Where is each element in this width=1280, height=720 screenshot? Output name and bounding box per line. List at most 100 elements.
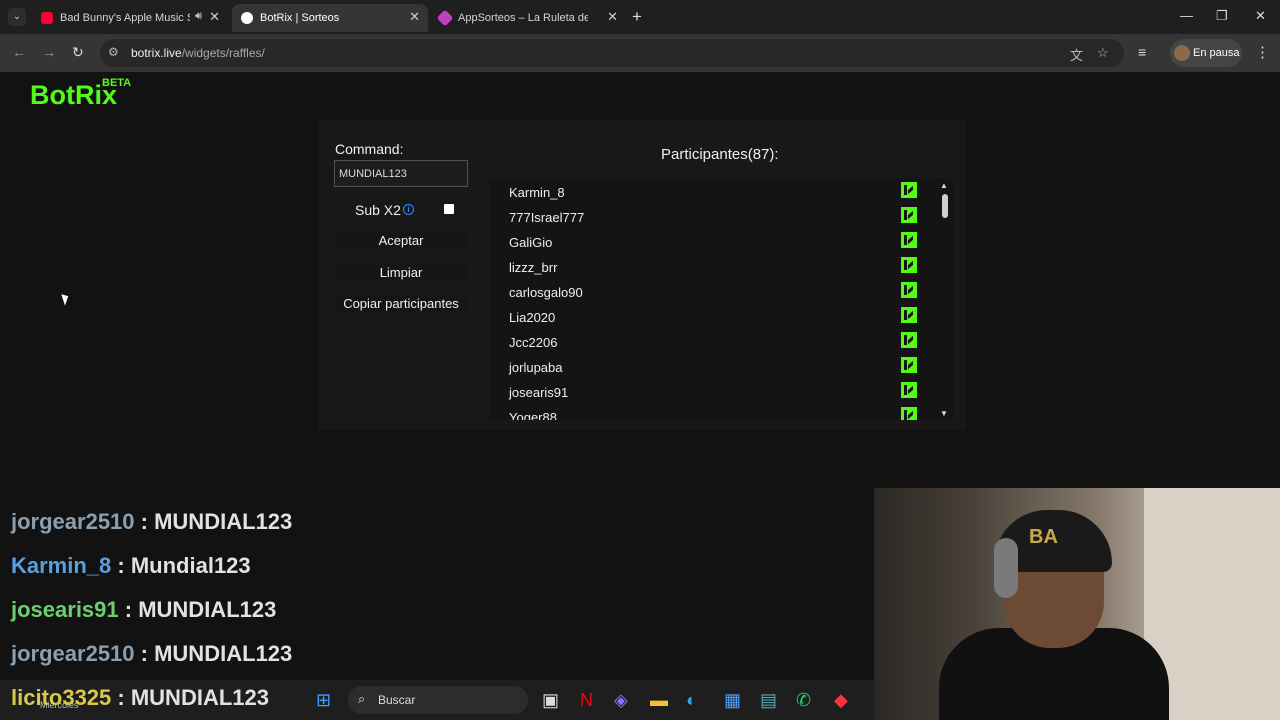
browser-toolbar: ← → ↻ ⚙ botrix.live/widgets/raffles/ ⽂ ☆…: [0, 34, 1280, 72]
netflix-icon[interactable]: N: [580, 690, 593, 711]
participant-name: Karmin_8: [509, 185, 565, 200]
command-label: Command:: [335, 141, 404, 157]
kick-icon: [901, 182, 917, 198]
new-tab-icon[interactable]: +: [632, 7, 642, 27]
back-icon[interactable]: ←: [12, 44, 26, 60]
info-icon[interactable]: i: [403, 204, 414, 215]
tab-search-icon[interactable]: ⌄: [8, 8, 26, 26]
restore-icon[interactable]: ❐: [1216, 8, 1228, 24]
kick-icon: [901, 357, 917, 373]
bookmark-star-icon[interactable]: ☆: [1097, 45, 1109, 61]
tab-appsorteos[interactable]: AppSorteos – La Ruleta de la Su ✕: [430, 4, 626, 32]
url-text: botrix.live/widgets/raffles/: [131, 46, 265, 60]
sub-x2-label: Sub X2: [355, 202, 401, 218]
url-host: botrix.live: [131, 46, 182, 60]
list-item: Karmin_8: [490, 179, 930, 204]
list-item: carlosgalo90: [490, 279, 930, 304]
participant-name: Yoger88: [509, 410, 557, 420]
list-item: Jcc2206: [490, 329, 930, 354]
profile-button[interactable]: En pausa: [1170, 39, 1242, 67]
chat-line: jorgear2510 : MUNDIAL123: [11, 641, 292, 667]
chat-separator: :: [134, 641, 155, 666]
window-close-icon[interactable]: ✕: [1255, 8, 1266, 24]
sub-x2-checkbox[interactable]: [444, 204, 454, 214]
chat-separator: :: [118, 597, 139, 622]
mouse-cursor-icon: [61, 292, 71, 306]
chat-message: MUNDIAL123: [130, 685, 269, 710]
windows-start-icon[interactable]: ⊞: [316, 690, 331, 711]
headphones: [994, 538, 1018, 598]
participants-title: Participantes(87):: [661, 146, 779, 163]
chat-line: licito3325 : MUNDIAL123: [11, 685, 269, 711]
botrix-favicon-icon: [241, 12, 253, 24]
chat-user: josearis91: [11, 597, 119, 622]
tab-youtube[interactable]: Bad Bunny's Apple Music Su 🔊︎ ✕: [32, 4, 228, 32]
kick-icon: [901, 257, 917, 273]
chat-message: MUNDIAL123: [154, 641, 293, 666]
close-icon[interactable]: ✕: [209, 9, 220, 25]
accept-button[interactable]: Aceptar: [335, 229, 467, 253]
list-item: Yoger88: [490, 404, 930, 420]
chat-user: jorgear2510: [11, 509, 135, 534]
reload-icon[interactable]: ↻: [72, 44, 84, 61]
chat-user: jorgear2510: [11, 641, 135, 666]
raffle-panel: Command: Sub X2 i Aceptar Limpiar Copiar…: [318, 120, 966, 430]
search-label: Buscar: [378, 693, 416, 707]
participant-name: carlosgalo90: [509, 285, 583, 300]
kick-icon: [901, 382, 917, 398]
tab-strip: ⌄ Bad Bunny's Apple Music Su 🔊︎ ✕ BotRix…: [0, 0, 1280, 34]
minimize-icon[interactable]: —: [1180, 8, 1193, 23]
address-bar[interactable]: ⚙ botrix.live/widgets/raffles/ ⽂ ☆: [100, 39, 1124, 67]
chat-separator: :: [111, 685, 131, 710]
file-explorer-icon[interactable]: ▬: [650, 690, 668, 711]
clear-button[interactable]: Limpiar: [335, 261, 467, 285]
kick-icon: [901, 407, 917, 420]
chat-separator: :: [111, 553, 131, 578]
tab-botrix[interactable]: BotRix | Sorteos ✕: [232, 4, 428, 32]
taskbar-search[interactable]: ⌕ Buscar: [348, 686, 528, 714]
list-item: josearis91: [490, 379, 930, 404]
list-item: Lia2020: [490, 304, 930, 329]
chat-separator: :: [134, 509, 155, 534]
url-path: /widgets/raffles/: [181, 46, 265, 60]
task-view-icon[interactable]: ▣: [542, 690, 559, 711]
chat-line: josearis91 : MUNDIAL123: [11, 597, 276, 623]
webcam-feed: BA: [874, 488, 1280, 720]
tab-title: BotRix | Sorteos: [260, 12, 340, 24]
appsorteos-icon: [436, 9, 454, 27]
chat-user: Karmin_8: [11, 553, 112, 578]
app-icon[interactable]: ▤: [760, 690, 777, 711]
cap-logo: BA: [1029, 526, 1058, 548]
scroll-up-icon[interactable]: ▲: [940, 181, 948, 190]
chat-line: jorgear2510 : MUNDIAL123: [11, 509, 292, 535]
translate-icon[interactable]: ⽂: [1070, 45, 1083, 64]
search-icon: ⌕: [358, 691, 366, 706]
youtube-icon: [41, 12, 53, 24]
tab-title: Bad Bunny's Apple Music Su: [60, 12, 190, 24]
chat-user: licito3325: [11, 685, 112, 710]
whatsapp-icon[interactable]: ✆: [796, 690, 811, 711]
edge-icon[interactable]: ◐: [686, 690, 697, 711]
close-icon[interactable]: ✕: [607, 9, 618, 25]
participants-list[interactable]: Karmin_8 777Israel777 GaliGio lizzz_brr …: [490, 179, 954, 420]
list-item: jorlupaba: [490, 354, 930, 379]
more-menu-icon[interactable]: ⋮: [1255, 43, 1270, 61]
speaker-icon[interactable]: 🔊︎: [195, 10, 202, 23]
close-icon[interactable]: ✕: [409, 9, 420, 25]
profile-label: En pausa: [1193, 47, 1240, 59]
reading-list-icon[interactable]: ≡: [1138, 44, 1146, 60]
tab-title: AppSorteos – La Ruleta de la Su: [458, 12, 588, 24]
list-item: 777Israel777: [490, 204, 930, 229]
participant-name: Jcc2206: [509, 335, 558, 350]
scrollbar-thumb[interactable]: [942, 194, 948, 218]
store-icon[interactable]: ▦: [724, 690, 741, 711]
command-input[interactable]: [334, 160, 468, 187]
copilot-icon[interactable]: ◈: [614, 690, 628, 711]
scroll-down-icon[interactable]: ▼: [940, 409, 948, 418]
beta-badge: BETA: [102, 77, 132, 89]
forward-icon[interactable]: →: [42, 44, 56, 60]
copy-participants-button[interactable]: Copiar participantes: [335, 292, 467, 316]
app-red-icon[interactable]: ◆: [834, 690, 848, 711]
participant-name: lizzz_brr: [509, 260, 558, 275]
site-info-icon[interactable]: ⚙: [108, 45, 119, 59]
